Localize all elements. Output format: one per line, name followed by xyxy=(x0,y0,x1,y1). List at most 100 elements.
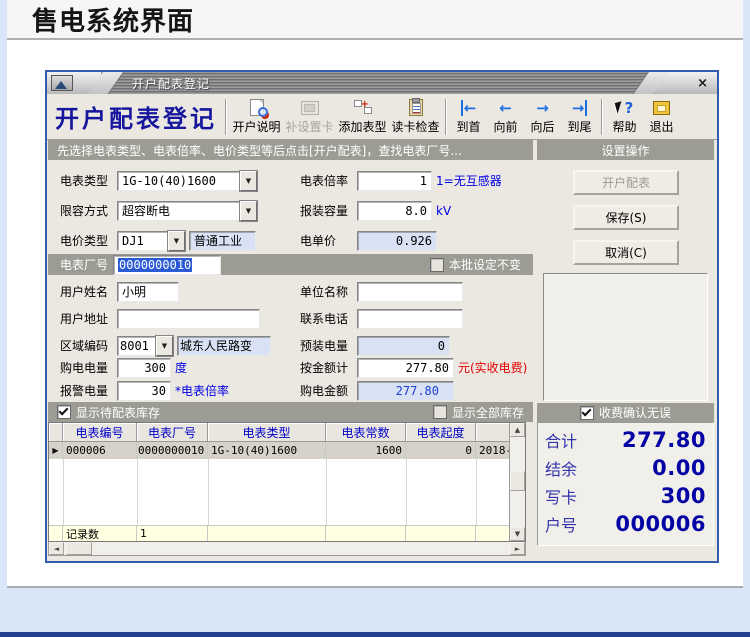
factory-number-input[interactable]: 0000000010 xyxy=(113,255,221,275)
column-header[interactable]: 电表起度 xyxy=(406,423,476,442)
area-code-select[interactable]: 8001 ▼ xyxy=(117,336,173,356)
help-button[interactable]: ? 帮助 xyxy=(606,96,643,138)
vertical-scrollbar[interactable]: ▲ ▼ xyxy=(509,423,525,541)
factory-number-bar: 电表厂号 0000000010 本批设定不变 xyxy=(48,254,533,275)
table-grid: 电表编号 电表厂号 电表类型 电表常数 电表起度 ▶ 000006 000000… xyxy=(49,423,509,541)
settings-panel: 开户配表 保存(S) 取消(C) 收费确认无误 合计 277.80 结余 xyxy=(537,160,714,561)
meter-ratio-input[interactable]: 1 xyxy=(357,171,432,191)
vertical-scroll-track[interactable] xyxy=(510,437,525,527)
window-logo-icon[interactable] xyxy=(51,75,73,91)
footer-cell xyxy=(326,526,406,541)
limit-mode-select[interactable]: 超容断电 ▼ xyxy=(117,201,257,221)
column-header[interactable]: 电表类型 xyxy=(208,423,326,442)
record-count-label: 记录数 xyxy=(63,526,137,541)
chevron-down-icon[interactable]: ▼ xyxy=(240,171,257,191)
phone-label: 联系电话 xyxy=(300,310,353,327)
by-amount-label: 按金额计 xyxy=(300,359,353,376)
address-input[interactable] xyxy=(117,309,260,329)
footer-cell xyxy=(208,526,326,541)
cancel-button[interactable]: 取消(C) xyxy=(573,240,679,265)
account-no-value: 000006 xyxy=(615,512,706,536)
close-icon[interactable]: × xyxy=(697,77,708,90)
scroll-up-icon[interactable]: ▲ xyxy=(510,423,525,437)
alarm-qty-input[interactable]: 30 xyxy=(117,381,171,401)
go-prev-button[interactable]: ← 向前 xyxy=(487,96,524,138)
batch-fixed-label: 本批设定不变 xyxy=(449,256,521,273)
column-header xyxy=(476,423,509,442)
show-all-checkbox[interactable] xyxy=(433,405,447,419)
area-code-label: 区域编码 xyxy=(60,337,113,354)
preload-value: 0 xyxy=(357,336,450,356)
account-help-button[interactable]: 开户说明 xyxy=(230,96,283,138)
form-row: 单位名称 xyxy=(300,281,463,302)
form-row: 区域编码 8001 ▼ 城东人民路变 xyxy=(60,335,271,356)
button-label: 添加表型 xyxy=(338,118,386,135)
price-type-desc: 普通工业 xyxy=(189,231,256,251)
button-label: 向后 xyxy=(530,118,554,135)
add-meter-type-button[interactable]: 添加表型 xyxy=(336,96,389,138)
by-amount-input[interactable]: 277.80 xyxy=(357,358,454,378)
scroll-right-icon[interactable]: ► xyxy=(510,542,525,555)
write-card-label: 写卡 xyxy=(545,484,577,508)
capacity-input[interactable]: 8.0 xyxy=(357,201,432,221)
read-card-check-button[interactable]: 读卡检查 xyxy=(389,96,442,138)
clipboard-icon xyxy=(409,98,423,117)
user-name-input[interactable]: 小明 xyxy=(117,282,179,302)
alarm-qty-label: 报警电量 xyxy=(60,382,113,399)
show-pending-checkbox[interactable] xyxy=(57,405,71,419)
form-row: 限容方式 超容断电 ▼ xyxy=(60,200,257,221)
toolbar-separator xyxy=(445,99,447,135)
batch-fixed-checkbox[interactable] xyxy=(430,258,444,272)
by-amount-hint: 元(实收电费) xyxy=(458,359,527,376)
unit-price-label: 电单价 xyxy=(300,232,353,249)
form-row: 电单价 0.926 xyxy=(300,230,437,251)
confirm-checkbox[interactable] xyxy=(580,406,594,420)
column-header[interactable]: 电表编号 xyxy=(63,423,137,442)
preload-label: 预装电量 xyxy=(300,337,353,354)
horizontal-scroll-track[interactable] xyxy=(64,542,510,555)
form-row: 电表倍率 1 1=无互感器 xyxy=(300,170,502,191)
exit-button[interactable]: 退出 xyxy=(643,96,680,138)
hint-text: 先选择电表类型、电表倍率、电价类型等后点击[开户配表]，查找电表厂号... xyxy=(57,142,462,159)
horizontal-scrollbar[interactable]: ◄ ► xyxy=(48,542,526,556)
unit-price-value: 0.926 xyxy=(357,231,437,251)
go-next-button[interactable]: → 向后 xyxy=(524,96,561,138)
table-row[interactable]: ▶ 000006 0000000010 1G-10(40)1600 1600 0… xyxy=(49,442,509,459)
purchase-qty-label: 购电电量 xyxy=(60,359,113,376)
panel-empty-area xyxy=(543,273,708,401)
form-row: 电表类型 1G-10(40)1600 ▼ xyxy=(60,170,257,191)
factory-number-label: 电表厂号 xyxy=(60,256,108,273)
column-header[interactable]: 电表厂号 xyxy=(137,423,208,442)
purchase-qty-hint: 度 xyxy=(175,359,187,376)
vertical-scroll-thumb[interactable] xyxy=(510,471,525,491)
next-arrow-icon: → xyxy=(536,98,549,117)
inventory-bar: 显示待配表库存 显示全部库存 xyxy=(48,402,533,422)
chevron-down-icon[interactable]: ▼ xyxy=(168,231,185,251)
last-arrow-icon: → xyxy=(572,98,588,117)
footer-cell xyxy=(476,526,509,541)
alarm-qty-hint: *电表倍率 xyxy=(175,382,229,399)
go-last-button[interactable]: → 到尾 xyxy=(561,96,598,138)
page-header: 售电系统界面 xyxy=(7,0,743,40)
phone-input[interactable] xyxy=(357,309,463,329)
cell-meter-type: 1G-10(40)1600 xyxy=(208,442,326,459)
doc-search-icon xyxy=(250,98,264,117)
chevron-down-icon[interactable]: ▼ xyxy=(240,201,257,221)
org-name-input[interactable] xyxy=(357,282,463,302)
horizontal-scroll-thumb[interactable] xyxy=(66,542,92,555)
purchase-qty-input[interactable]: 300 xyxy=(117,358,171,378)
capacity-hint: kV xyxy=(436,204,451,218)
scroll-left-icon[interactable]: ◄ xyxy=(49,542,64,555)
column-header[interactable]: 电表常数 xyxy=(326,423,406,442)
limit-mode-label: 限容方式 xyxy=(60,202,113,219)
price-type-select[interactable]: DJ1 ▼ xyxy=(117,231,185,251)
go-first-button[interactable]: ← 到首 xyxy=(450,96,487,138)
save-button[interactable]: 保存(S) xyxy=(573,205,679,230)
total-label: 合计 xyxy=(545,428,577,452)
scroll-down-icon[interactable]: ▼ xyxy=(510,527,525,541)
chevron-down-icon[interactable]: ▼ xyxy=(156,336,173,356)
meter-type-value: 1G-10(40)1600 xyxy=(117,171,240,191)
footer-cell xyxy=(49,526,63,541)
form-row: 电价类型 DJ1 ▼ 普通工业 xyxy=(60,230,256,251)
meter-type-select[interactable]: 1G-10(40)1600 ▼ xyxy=(117,171,257,191)
